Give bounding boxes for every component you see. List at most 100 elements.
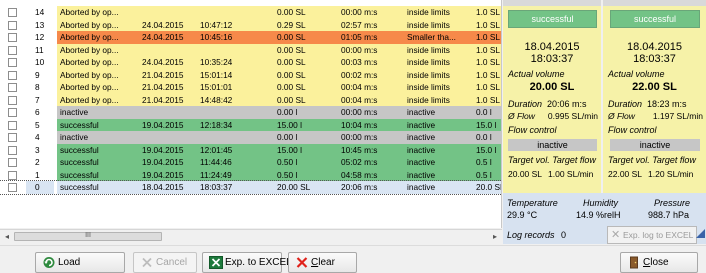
export-excel-button[interactable]: Exp. to EXCEL	[202, 252, 292, 273]
scrollbar-thumb[interactable]: III	[14, 232, 162, 241]
index-cell: 7	[26, 93, 54, 106]
row-checkbox[interactable]	[8, 58, 17, 67]
volume-cell: 0.00 SL	[274, 68, 338, 81]
volume-cell: 0.50 l	[274, 168, 338, 181]
row-checkbox[interactable]	[8, 158, 17, 167]
flow-value: 1.197 SL/min	[652, 111, 703, 121]
row-checkbox[interactable]	[8, 33, 17, 42]
time-cell	[197, 6, 274, 19]
limits-cell: inside limits	[404, 6, 472, 19]
date-cell	[139, 6, 197, 19]
temperature-label: Temperature	[507, 198, 558, 208]
table-row[interactable]: 0 successful 18.04.2015 18:03:37 20.00 SL 20:…	[0, 180, 501, 195]
limits-cell: inactive	[404, 118, 472, 131]
duration-cell: 00:04 m:s	[338, 93, 404, 106]
target-volume-cell: 1.0 SL	[472, 68, 501, 81]
volume-cell: 0.00 SL	[274, 81, 338, 94]
duration-cell: 00:00 m:s	[338, 106, 404, 119]
time-cell	[197, 106, 274, 119]
row-checkbox[interactable]	[8, 108, 17, 117]
row-checkbox[interactable]	[8, 45, 17, 55]
time-cell: 10:47:12	[197, 18, 274, 31]
scroll-left-arrow-icon[interactable]: ◂	[1, 231, 13, 242]
index-cell: 5	[26, 118, 54, 131]
volume-cell: 0.00 SL	[274, 93, 338, 106]
limits-cell: inside limits	[404, 68, 472, 81]
target-volume-cell: 0.0 l	[472, 106, 501, 119]
status-cell: successful	[57, 156, 139, 169]
limits-cell: Smaller tha...	[404, 31, 472, 44]
status-cell: successful	[57, 181, 139, 194]
actual-volume-value: 20.00 SL	[529, 81, 575, 93]
table-row[interactable]: 6 inactive 0.00 l 00:00 m:s inactive 0.0 l	[0, 106, 501, 119]
table-row[interactable]: 11 Aborted by op... 0.00 SL 00:00 m:s inside…	[0, 43, 501, 56]
clear-button[interactable]: Clear	[288, 252, 357, 273]
table-row[interactable]: 3 successful 19.04.2015 12:01:45 15.00 l 10:4…	[0, 143, 501, 156]
export-log-button[interactable]: ✕ Exp. log to EXCEL	[607, 226, 697, 244]
measurement-date: 18.04.2015	[524, 41, 580, 53]
cancel-x-icon: ✕	[611, 229, 621, 241]
cancel-button[interactable]: Cancel	[133, 252, 197, 273]
row-checkbox[interactable]	[8, 95, 17, 105]
measurement-time: 18:03:37	[530, 53, 574, 65]
load-button[interactable]: Load	[35, 252, 125, 273]
row-checkbox[interactable]	[8, 20, 17, 30]
table-row[interactable]: 8 Aborted by op... 21.04.2015 15:01:01 0.00 …	[0, 81, 501, 94]
status-cell: Aborted by op...	[57, 18, 139, 31]
flow-label: Ø Flow	[608, 111, 635, 121]
index-cell: 0	[26, 181, 54, 194]
target-volume-cell: 0.0 l	[472, 131, 501, 144]
index-cell: 2	[26, 156, 54, 169]
time-cell: 14:48:42	[197, 93, 274, 106]
status-cell: Aborted by op...	[57, 93, 139, 106]
index-cell: 12	[26, 31, 54, 44]
row-checkbox[interactable]	[8, 70, 17, 80]
target-volume-cell: 1.0 SL	[472, 31, 501, 44]
time-cell: 15:01:01	[197, 81, 274, 94]
table-row[interactable]: 10 Aborted by op... 24.04.2015 10:35:24 0.00…	[0, 56, 501, 69]
flow-control-label: Flow control	[508, 125, 557, 135]
table-row[interactable]: 13 Aborted by op... 24.04.2015 10:47:12 0.29…	[0, 18, 501, 31]
target-volume-cell: 1.0 SL	[472, 43, 501, 56]
panel-header	[503, 0, 601, 6]
time-cell: 18:03:37	[197, 181, 274, 194]
row-checkbox[interactable]	[8, 133, 17, 142]
volume-cell: 0.29 SL	[274, 18, 338, 31]
cancel-label: Cancel	[156, 257, 188, 268]
row-checkbox[interactable]	[8, 8, 17, 17]
table-row[interactable]: 12 Aborted by op... 24.04.2015 10:45:16 0.00…	[0, 31, 501, 44]
pressure-label: Pressure	[654, 198, 691, 208]
status-cell: successful	[57, 118, 139, 131]
time-cell	[197, 131, 274, 144]
table-row[interactable]: 14 Aborted by op... 0.00 SL 00:00 m:s inside…	[0, 6, 501, 19]
log-records-label: Log records	[507, 230, 555, 240]
duration-cell: 10:04 m:s	[338, 118, 404, 131]
volume-cell: 20.00 SL	[274, 181, 338, 194]
row-checkbox[interactable]	[8, 170, 17, 180]
table-row[interactable]: 9 Aborted by op... 21.04.2015 15:01:14 0.00 …	[0, 68, 501, 81]
table-row[interactable]: 7 Aborted by op... 21.04.2015 14:48:42 0.00 …	[0, 93, 501, 106]
duration-cell: 10:45 m:s	[338, 143, 404, 156]
horizontal-scrollbar[interactable]: ◂ III ▸	[0, 229, 502, 242]
row-checkbox[interactable]	[8, 145, 17, 155]
table-row[interactable]: 2 successful 19.04.2015 11:44:46 0.50 l 05:02…	[0, 156, 501, 169]
time-cell: 11:24:49	[197, 168, 274, 181]
status-cell: Aborted by op...	[57, 68, 139, 81]
volume-cell: 0.00 l	[274, 131, 338, 144]
duration-row: Duration 18:23 m:s	[608, 99, 687, 109]
status-cell: Aborted by op...	[57, 43, 139, 56]
close-label: Close	[643, 257, 669, 268]
time-cell	[197, 43, 274, 56]
humidity-value: 14.9 %relH	[576, 210, 621, 220]
row-checkbox[interactable]	[8, 120, 17, 130]
close-button[interactable]: Close	[620, 252, 698, 273]
scroll-right-arrow-icon[interactable]: ▸	[489, 231, 501, 242]
table-row[interactable]: 1 successful 19.04.2015 11:24:49 0.50 l 04:58…	[0, 168, 501, 181]
result-badge: successful	[508, 10, 597, 28]
refresh-icon	[43, 257, 55, 268]
row-checkbox[interactable]	[8, 83, 17, 92]
limits-cell: inactive	[404, 131, 472, 144]
table-row[interactable]: 5 successful 19.04.2015 12:18:34 15.00 l 10:0…	[0, 118, 501, 131]
table-row[interactable]: 4 inactive 0.00 l 00:00 m:s inactive 0.0 l	[0, 131, 501, 144]
row-checkbox[interactable]	[8, 183, 17, 192]
